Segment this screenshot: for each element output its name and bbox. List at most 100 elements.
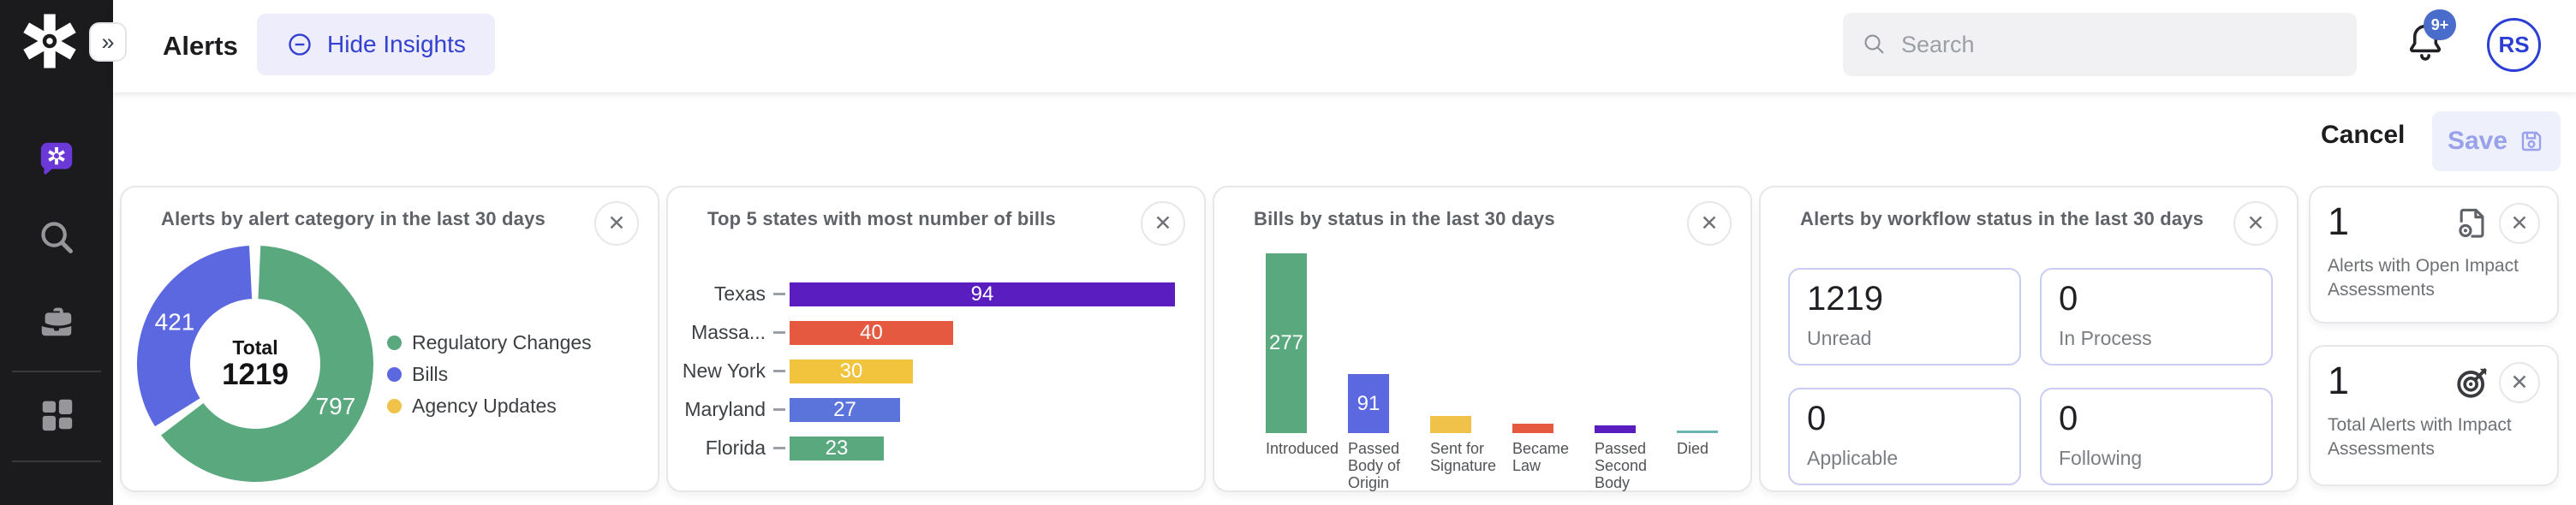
document-target-icon	[2454, 205, 2491, 242]
vbar-chart: 277 91	[1245, 247, 1738, 433]
vbar-bar[interactable]	[1677, 431, 1718, 433]
legend-item[interactable]: Regulatory Changes	[387, 330, 592, 354]
vbar-category-label: Passed Body of Origin	[1327, 440, 1410, 491]
sidebar-collapse-button[interactable]: »	[89, 22, 127, 62]
workflow-tile-value: 1219	[1807, 280, 2002, 318]
vbar-bar[interactable]: 91	[1348, 374, 1389, 433]
card-bills-by-status: Bills by status in the last 30 days ✕ 27…	[1213, 186, 1752, 492]
workflow-tile-value: 0	[1807, 400, 2002, 438]
card-title: Alerts by alert category in the last 30 …	[161, 208, 546, 230]
vbar-bar[interactable]	[1595, 425, 1636, 433]
close-icon[interactable]: ✕	[2499, 203, 2540, 244]
dashboard-grid-icon	[37, 394, 76, 433]
hbar-bar[interactable]: 27	[790, 398, 900, 422]
legend-item[interactable]: Bills	[387, 362, 592, 386]
hide-insights-button[interactable]: Hide Insights	[257, 14, 495, 75]
workflow-tile-label: Following	[2059, 447, 2254, 473]
hbar-value-label: 23	[826, 437, 849, 460]
close-icon[interactable]: ✕	[1141, 201, 1185, 246]
search-input[interactable]	[1899, 31, 2338, 59]
search-icon	[1862, 32, 1887, 57]
vbar-category-label: Became Law	[1492, 440, 1574, 491]
hbar-bar[interactable]: 40	[790, 321, 953, 345]
sidebar-item-assistant[interactable]	[0, 139, 113, 178]
save-button[interactable]: Save	[2432, 111, 2561, 171]
legend-dot-icon	[387, 336, 402, 350]
vbar-column: 277	[1245, 253, 1327, 433]
hbar-row: Maryland 27	[668, 390, 1204, 429]
workflow-tile[interactable]: 1219 Unread	[1788, 268, 2021, 365]
vbar-bar[interactable]	[1512, 424, 1553, 433]
hbar-category-label: Florida	[668, 437, 766, 460]
assistant-bubble-icon	[37, 139, 76, 178]
bullseye-arrow-icon	[2454, 364, 2491, 401]
hbar-value-label: 30	[840, 359, 863, 383]
card-top-states: Top 5 states with most number of bills ✕…	[666, 186, 1206, 492]
legend-label: Bills	[412, 363, 448, 386]
cancel-button[interactable]: Cancel	[2316, 120, 2410, 151]
hbar-category-label: Maryland	[668, 398, 766, 421]
app-logo-icon[interactable]	[15, 7, 84, 75]
hbar-row: Florida 23	[668, 429, 1204, 467]
card-total-impact-assessments: 1 ✕ Total Alerts with Impact Assessments	[2309, 345, 2559, 486]
workflow-tile[interactable]: 0Following	[2040, 388, 2273, 485]
vbar-column	[1410, 416, 1492, 433]
alerts-dashboard: » Alerts Hide Insights 9+ RS	[0, 0, 2576, 505]
workflow-tile-label: Applicable	[1807, 447, 2002, 473]
card-title: Bills by status in the last 30 days	[1254, 208, 1555, 230]
workflow-tile-label: Unread	[1807, 327, 2002, 354]
donut-center-label: Total	[232, 336, 277, 359]
hbar-bar[interactable]: 23	[790, 437, 884, 460]
sidebar	[0, 0, 113, 505]
legend-item[interactable]: Agency Updates	[387, 394, 592, 418]
page-title: Alerts	[163, 0, 238, 92]
hbar-value-label: 27	[833, 398, 856, 422]
card-open-impact-assessments: 1 ✕ Alerts with Open Impact Assessments	[2309, 186, 2559, 324]
save-floppy-icon	[2518, 128, 2545, 155]
close-icon[interactable]: ✕	[594, 201, 639, 246]
hbar-category-label: New York	[668, 359, 766, 383]
notifications-button[interactable]: 9+	[2401, 17, 2449, 68]
axis-tick	[773, 408, 785, 411]
close-icon[interactable]: ✕	[2499, 362, 2540, 403]
card-title: Top 5 states with most number of bills	[707, 208, 1056, 230]
legend-label: Regulatory Changes	[412, 331, 592, 354]
workflow-tile[interactable]: 0 Applicable	[1788, 388, 2021, 485]
vbar-category-label: Died	[1656, 440, 1738, 491]
chart-legend: Regulatory Changes Bills Agency Updates	[387, 330, 592, 418]
hbar-row: Texas 94	[668, 275, 1204, 313]
stat-value: 1	[2328, 199, 2349, 244]
hbar-value-label: 94	[971, 282, 994, 306]
stat-value: 1	[2328, 359, 2349, 403]
hbar-bar[interactable]: 30	[790, 359, 913, 383]
sidebar-item-search[interactable]	[0, 217, 113, 257]
hbar-row: New York 30	[668, 352, 1204, 390]
vbar-bar[interactable]: 277	[1266, 253, 1307, 433]
vbar-column	[1492, 424, 1574, 433]
hbar-category-label: Texas	[668, 282, 766, 306]
card-alerts-by-category: Alerts by alert category in the last 30 …	[120, 186, 659, 492]
stat-label: Total Alerts with Impact Assessments	[2328, 413, 2540, 461]
sidebar-divider	[12, 460, 101, 462]
chevrons-right-icon: »	[101, 29, 114, 56]
hbar-bar[interactable]: 94	[790, 282, 1175, 306]
workflow-tile-label: In Process	[2059, 327, 2254, 354]
workflow-tile[interactable]: 0 In Process	[2040, 268, 2273, 365]
close-icon[interactable]: ✕	[2233, 201, 2278, 246]
hbar-chart: Texas94Massa...40New York30Maryland27Flo…	[668, 275, 1204, 467]
vbar-value-label: 91	[1357, 392, 1380, 416]
legend-dot-icon	[387, 367, 402, 382]
hbar-value-label: 40	[860, 321, 883, 345]
sidebar-item-dashboard[interactable]	[0, 394, 113, 433]
search-nav-icon	[37, 217, 76, 257]
vbar-bar[interactable]	[1430, 416, 1471, 433]
avatar[interactable]: RS	[2487, 18, 2541, 72]
axis-tick	[773, 293, 785, 295]
close-icon[interactable]: ✕	[1687, 201, 1732, 246]
sidebar-item-workspace[interactable]	[0, 301, 113, 341]
stat-label: Alerts with Open Impact Assessments	[2328, 254, 2540, 302]
vbar-category-label: Introduced	[1245, 440, 1327, 491]
workflow-tile-value: 0	[2059, 280, 2254, 318]
vbar-column: 91	[1327, 374, 1410, 433]
vbar-column	[1574, 425, 1656, 433]
